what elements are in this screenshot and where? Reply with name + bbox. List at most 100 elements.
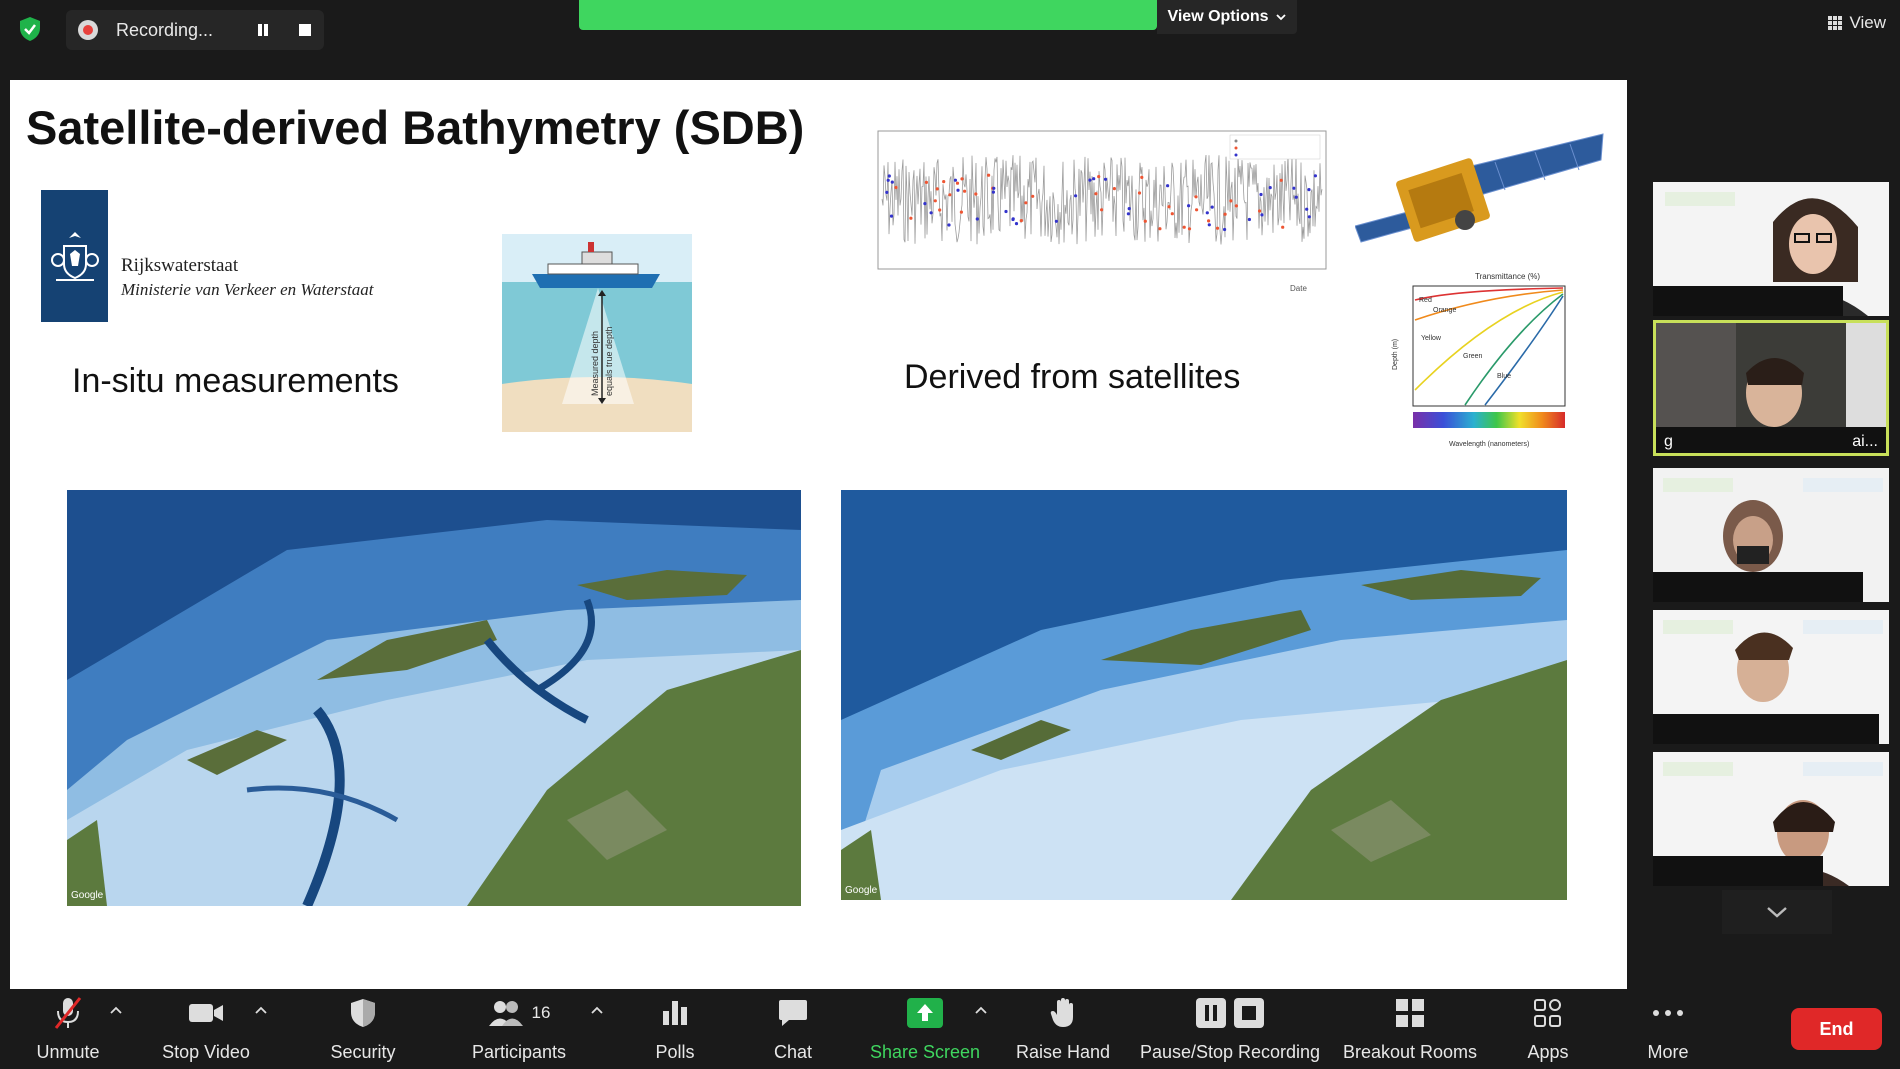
observation-point: [987, 173, 991, 177]
polls-label: Polls: [655, 1042, 695, 1062]
observation-point: [938, 208, 942, 212]
observation-point: [1103, 177, 1108, 181]
scroll-participants-down-button[interactable]: [1722, 890, 1832, 934]
video-options-caret-icon[interactable]: [254, 1003, 268, 1017]
participants-icon: [488, 1001, 523, 1026]
chevron-down-icon: [1767, 907, 1787, 918]
chart-legend: [1229, 134, 1321, 160]
participants-label: Participants: [471, 1042, 567, 1062]
pause-icon: [258, 24, 268, 36]
recording-dot-icon: [78, 20, 98, 40]
observation-point: [1247, 217, 1251, 222]
observation-point: [1140, 175, 1144, 179]
observation-point: [974, 192, 978, 196]
observation-point: [1167, 205, 1171, 209]
stop-recording-button[interactable]: [292, 17, 318, 43]
apps-icon: [1534, 999, 1561, 1027]
pause-recording-icon: [1196, 998, 1226, 1028]
royal-coat-of-arms-icon: [50, 232, 99, 281]
observation-point: [1031, 194, 1035, 198]
observation-point: [960, 177, 964, 181]
observation-point: [1313, 174, 1317, 178]
rijkswaterstaat-logo: [41, 190, 108, 322]
observation-point: [1166, 184, 1170, 188]
observation-point: [948, 193, 952, 197]
satellite-bathymetry-map[interactable]: Google: [841, 490, 1567, 900]
observation-point: [992, 186, 996, 190]
observation-point: [1011, 217, 1015, 222]
participant-video-tile[interactable]: [1653, 610, 1889, 744]
view-options-button[interactable]: View Options: [1157, 0, 1297, 34]
participants-button[interactable]: 16 Participants: [466, 995, 572, 1063]
map-attribution: Google: [71, 890, 104, 901]
observation-point: [1187, 204, 1191, 208]
curve-label-green: Green: [1463, 353, 1483, 360]
name-redaction-bar: [1653, 572, 1863, 602]
observation-point: [991, 190, 995, 194]
observation-point: [956, 188, 960, 192]
observation-point: [1260, 213, 1264, 217]
more-button[interactable]: More: [1640, 995, 1696, 1063]
end-label: End: [1819, 1018, 1854, 1039]
participants-options-caret-icon[interactable]: [590, 1003, 604, 1017]
observation-point: [1194, 195, 1198, 199]
observation-point: [955, 181, 960, 185]
observation-point: [1281, 225, 1285, 229]
observation-point: [924, 180, 928, 184]
pause-stop-recording-label: Pause/Stop Recording: [1139, 1042, 1321, 1062]
end-meeting-button[interactable]: End: [1791, 1008, 1882, 1050]
observation-point: [889, 214, 894, 218]
slide-title: Satellite-derived Bathymetry (SDB): [26, 101, 805, 154]
pause-stop-recording-button[interactable]: Pause/Stop Recording: [1140, 995, 1320, 1063]
curve-label-yellow: Yellow: [1421, 335, 1442, 342]
observation-point: [959, 210, 963, 214]
observation-point: [1126, 212, 1130, 216]
unmute-button[interactable]: Unmute: [30, 995, 106, 1063]
security-button[interactable]: Security: [324, 995, 402, 1063]
derived-caption: Derived from satellites: [904, 358, 1241, 396]
apps-button[interactable]: Apps: [1520, 995, 1576, 1063]
participant-video-tile[interactable]: [1653, 468, 1889, 602]
observation-point: [1279, 178, 1283, 182]
polls-button[interactable]: Polls: [650, 995, 700, 1063]
observation-point: [942, 180, 946, 184]
in-situ-caption: In-situ measurements: [72, 362, 399, 400]
observation-point: [887, 174, 891, 178]
in-situ-bathymetry-map[interactable]: Google: [67, 490, 801, 906]
observation-point: [1054, 219, 1058, 223]
chat-bubble-icon: [779, 1000, 807, 1026]
transmittance-depth-chart: Transmittance (%) Red Orange Yellow Gree…: [1385, 270, 1575, 450]
breakout-rooms-button[interactable]: Breakout Rooms: [1340, 995, 1480, 1063]
share-screen-button[interactable]: Share Screen: [868, 995, 982, 1063]
pause-recording-button[interactable]: [250, 17, 276, 43]
ts-chart-xlabel: Date: [1290, 284, 1307, 293]
observation-point: [1258, 209, 1262, 213]
view-layout-button[interactable]: View: [1827, 10, 1886, 36]
observation-point: [947, 223, 951, 227]
observation-point: [1259, 192, 1263, 197]
shared-screen-slide: Satellite-derived Bathymetry (SDB) Rijks…: [10, 80, 1627, 989]
share-options-caret-icon[interactable]: [974, 1003, 988, 1017]
name-redaction-bar: [1653, 286, 1843, 316]
observation-point: [1143, 219, 1147, 223]
observation-point: [1024, 201, 1028, 205]
observation-point: [1307, 215, 1311, 219]
chat-button[interactable]: Chat: [768, 995, 818, 1063]
more-label: More: [1647, 1042, 1689, 1062]
observation-point: [953, 178, 957, 182]
chat-label: Chat: [773, 1042, 813, 1062]
observation-point: [894, 185, 898, 190]
screen-share-indicator-bar: [579, 0, 1157, 30]
raise-hand-button[interactable]: Raise Hand: [1016, 995, 1110, 1063]
active-speaker-tile[interactable]: g ai...: [1653, 320, 1889, 456]
transmittance-xlabel: Wavelength (nanometers): [1449, 441, 1529, 448]
audio-options-caret-icon[interactable]: [109, 1003, 123, 1017]
participant-video-tile[interactable]: [1653, 182, 1889, 316]
stop-video-button[interactable]: Stop Video: [158, 995, 254, 1063]
encryption-shield-icon[interactable]: [18, 16, 42, 42]
observation-point: [1137, 191, 1142, 195]
participant-name-left: g: [1664, 433, 1673, 450]
participant-video-tile[interactable]: [1653, 752, 1889, 886]
name-redaction-bar: [1653, 856, 1823, 886]
observation-point: [1170, 212, 1174, 216]
